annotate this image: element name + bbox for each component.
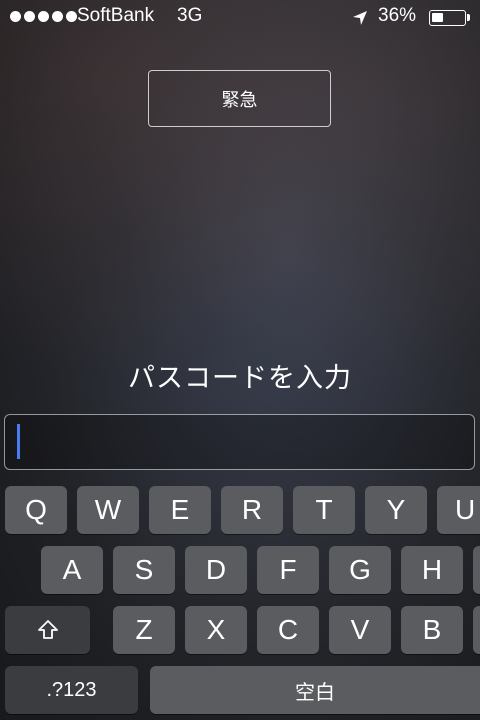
key-b[interactable]: B (401, 606, 463, 654)
key-w[interactable]: W (77, 486, 139, 534)
carrier-name: SoftBank (77, 5, 155, 26)
battery-level-fill (432, 13, 443, 22)
passcode-prompt: パスコードを入力 (128, 363, 352, 394)
key-x[interactable]: X (185, 606, 247, 654)
emergency-button[interactable]: 緊急 (148, 70, 331, 127)
key-r[interactable]: R (221, 486, 283, 534)
signal-strength-icon (10, 11, 77, 22)
key-j-partial[interactable] (473, 546, 480, 594)
battery-percent: 36% (378, 5, 417, 26)
key-t[interactable]: T (293, 486, 355, 534)
key-f[interactable]: F (257, 546, 319, 594)
status-bar: SoftBank 3G 36% (0, 0, 480, 38)
key-h[interactable]: H (401, 546, 463, 594)
passcode-input[interactable] (4, 414, 475, 470)
key-y[interactable]: Y (365, 486, 427, 534)
key-g[interactable]: G (329, 546, 391, 594)
key-d[interactable]: D (185, 546, 247, 594)
battery-icon (429, 10, 466, 26)
key-q[interactable]: Q (5, 486, 67, 534)
numbers-key[interactable]: .?123 (5, 666, 138, 714)
space-key[interactable]: 空白 (150, 666, 480, 714)
shift-key[interactable] (5, 606, 90, 654)
location-arrow-icon (353, 11, 367, 25)
network-type: 3G (177, 5, 203, 26)
key-u[interactable]: U (437, 486, 480, 534)
key-e[interactable]: E (149, 486, 211, 534)
key-s[interactable]: S (113, 546, 175, 594)
key-z[interactable]: Z (113, 606, 175, 654)
key-a[interactable]: A (41, 546, 103, 594)
key-n-partial[interactable] (473, 606, 480, 654)
shift-arrow-icon (37, 620, 58, 639)
battery-tip (467, 14, 470, 21)
key-v[interactable]: V (329, 606, 391, 654)
text-cursor (17, 424, 20, 459)
keyboard: Q W E R T Y U A S D F G H Z X C V B .?12… (0, 476, 480, 720)
key-c[interactable]: C (257, 606, 319, 654)
